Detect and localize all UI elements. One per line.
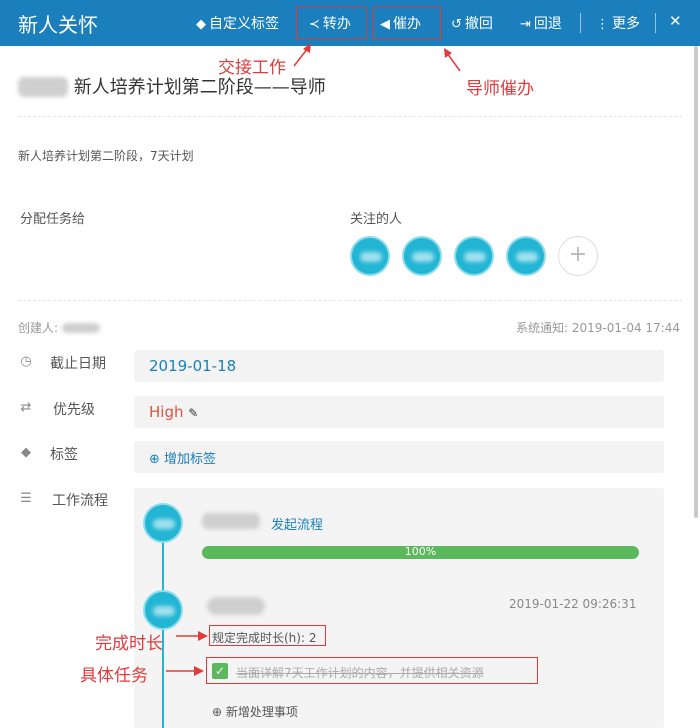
more-label: 更多	[612, 16, 640, 32]
creator-info: 创建人:	[18, 319, 100, 336]
annotation-specific-task: 具体任务	[80, 666, 148, 686]
follower-avatar[interactable]	[506, 236, 546, 276]
timeline-avatar[interactable]	[143, 503, 183, 543]
toolbar-divider	[655, 13, 656, 33]
toolbar-divider	[580, 13, 581, 33]
annotation-arrow	[176, 631, 208, 641]
progress-bar: 100%	[202, 545, 639, 559]
custom-tag-button[interactable]: ◆ 自定义标签	[196, 13, 279, 33]
annotation-arrow	[166, 666, 204, 676]
blurred-name	[202, 513, 260, 529]
blurred-name	[516, 252, 538, 262]
add-follower-button[interactable]: +	[558, 236, 598, 276]
vertical-dots-icon: ⋮	[596, 17, 609, 32]
timeline-avatar[interactable]	[143, 590, 183, 630]
tags-field: ⊕ 增加标签	[134, 441, 664, 473]
window-title: 新人关怀	[18, 13, 98, 37]
transfer-highlight-box	[296, 7, 367, 40]
blurred-name	[18, 77, 68, 97]
scrollbar[interactable]	[694, 46, 698, 518]
annotation-arrow	[293, 43, 311, 67]
retweet-icon: ⇄	[20, 400, 32, 415]
creator-label: 创建人:	[18, 321, 59, 335]
annotation-arrow	[444, 48, 461, 72]
blurred-name	[412, 252, 434, 262]
pencil-icon[interactable]: ✎	[188, 406, 198, 420]
deadline-field[interactable]: 2019-01-18	[134, 350, 664, 382]
tags-label: 标签	[50, 447, 78, 463]
follower-avatar[interactable]	[402, 236, 442, 276]
priority-text: High	[149, 403, 184, 421]
send-back-label: 回退	[533, 16, 562, 32]
sign-out-icon: ⇥	[520, 17, 531, 32]
blurred-name	[61, 323, 100, 333]
task-title-text: 新人培养计划第二阶段——导师	[73, 77, 326, 98]
undo-icon: ↺	[451, 17, 462, 32]
blurred-name	[360, 252, 382, 262]
priority-value: High ✎	[149, 403, 198, 421]
start-process-link[interactable]: 发起流程	[271, 514, 323, 533]
workflow-label: 工作流程	[52, 493, 108, 509]
add-item-button[interactable]: ⊕ 新增处理事项	[212, 703, 298, 720]
clock-icon: ◷	[20, 354, 32, 369]
urge-highlight-box	[373, 7, 441, 40]
blurred-name	[207, 597, 265, 615]
assign-label: 分配任务给	[20, 212, 86, 227]
divider	[18, 116, 682, 117]
list-icon: ☰	[20, 491, 32, 506]
annotation-duration: 完成时长	[95, 634, 163, 654]
follower-avatar[interactable]	[350, 236, 390, 276]
task-highlight-box	[206, 657, 538, 684]
priority-label: 优先级	[53, 402, 95, 418]
send-back-button[interactable]: ⇥ 回退	[520, 13, 562, 33]
follower-avatar[interactable]	[454, 236, 494, 276]
system-notice: 系统通知: 2019-01-04 17:44	[516, 321, 680, 335]
duration-highlight-box	[209, 625, 326, 646]
followers-label: 关注的人	[350, 212, 403, 227]
custom-tag-label: 自定义标签	[209, 16, 279, 32]
tag-icon: ◆	[196, 17, 206, 32]
task-description[interactable]: 新人培养计划第二阶段，7天计划	[18, 147, 194, 164]
progress-text: 100%	[404, 545, 437, 558]
deadline-label: 截止日期	[50, 356, 106, 372]
deadline-value: 2019-01-18	[149, 357, 237, 375]
add-tag-button[interactable]: ⊕ 增加标签	[149, 448, 216, 467]
blurred-name	[153, 519, 175, 529]
withdraw-label: 撤回	[464, 16, 493, 32]
blurred-name	[153, 606, 175, 616]
withdraw-button[interactable]: ↺ 撤回	[451, 13, 493, 33]
annotation-mentor-urge: 导师催办	[466, 79, 534, 99]
task-title: 新人培养计划第二阶段——导师	[18, 73, 326, 99]
step-timestamp: 2019-01-22 09:26:31	[509, 597, 637, 611]
priority-field[interactable]: High ✎	[134, 396, 664, 428]
close-icon[interactable]: ✕	[669, 12, 682, 30]
blurred-name	[464, 252, 486, 262]
more-button[interactable]: ⋮ 更多	[596, 13, 640, 33]
divider	[18, 300, 682, 301]
tag-icon: ◆	[21, 445, 31, 460]
